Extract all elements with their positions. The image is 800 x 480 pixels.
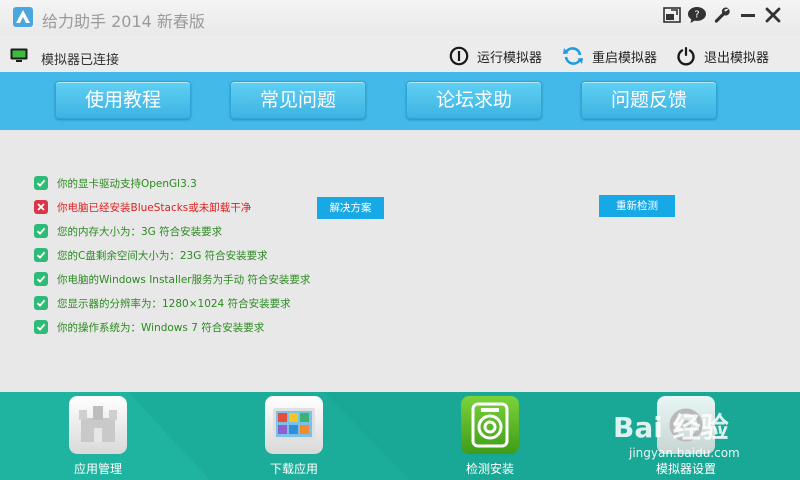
check-item-error: 你电脑已经安装BlueStacks或未卸载干净 [34, 199, 251, 215]
svg-text:?: ? [694, 10, 699, 21]
tool-check-install[interactable]: 检测安装 [440, 396, 540, 480]
check-text: 您的C盘剩余空间大小为：23G 符合安装要求 [57, 249, 268, 262]
run-emulator-button[interactable]: 运行模拟器 [449, 45, 542, 67]
check-item: 你的显卡驱动支持OpenGl3.3 [34, 175, 197, 191]
chat-bubble-icon: ? [688, 7, 706, 23]
refresh-icon [563, 47, 583, 65]
check-results-panel: 你的显卡驱动支持OpenGl3.3 你电脑已经安装BlueStacks或未卸载干… [0, 130, 800, 392]
exit-emulator-button[interactable]: 退出模拟器 [676, 45, 769, 67]
connection-status: 模拟器已连接 [41, 53, 120, 68]
mini-mode-button[interactable] [660, 4, 684, 26]
check-text: 您的内存大小为：3G 符合安装要求 [57, 225, 223, 238]
close-icon [765, 7, 781, 23]
app-manage-icon [69, 396, 127, 454]
tool-label: 下载应用 [269, 462, 318, 476]
check-ok-icon [34, 296, 48, 310]
tool-app-manage[interactable]: 应用管理 [48, 396, 148, 480]
nav-faq-button[interactable]: 常见问题 [230, 81, 366, 119]
monitor-icon [10, 48, 28, 62]
download-app-icon [265, 396, 323, 454]
check-item: 你电脑的Windows Installer服务为手动 符合安装要求 [34, 271, 310, 287]
check-item: 您的C盘剩余空间大小为：23G 符合安装要求 [34, 247, 268, 263]
power-icon [677, 47, 695, 66]
settings-button[interactable] [710, 4, 734, 26]
check-ok-icon [34, 224, 48, 238]
run-emulator-label: 运行模拟器 [477, 50, 543, 66]
check-ok-icon [34, 176, 48, 190]
tool-download-app[interactable]: 下载应用 [244, 396, 344, 480]
title-bar: 给力助手 2014 新春版 ? [0, 0, 800, 36]
minimize-button[interactable] [736, 4, 760, 26]
nav-bar: 使用教程 常见问题 论坛求助 问题反馈 [0, 72, 800, 130]
check-text: 你的显卡驱动支持OpenGl3.3 [57, 177, 197, 190]
app-title: 给力助手 2014 新春版 [42, 12, 205, 31]
restart-emulator-button[interactable]: 重启模拟器 [562, 45, 657, 67]
baidu-watermark: Bai 经验 jingyan.baidu.com [613, 400, 793, 480]
check-text: 你的操作系统为：Windows 7 符合安装要求 [57, 321, 265, 334]
exit-emulator-label: 退出模拟器 [704, 50, 770, 66]
watermark-text: Bai 经验 [613, 411, 729, 444]
app-logo-icon [13, 7, 33, 27]
solution-button[interactable]: 解决方案 [317, 197, 384, 219]
check-error-icon [34, 200, 48, 214]
window-switch-icon [663, 7, 681, 23]
check-text: 您显示器的分辨率为：1280×1024 符合安装要求 [57, 297, 291, 310]
info-circle-icon [449, 46, 469, 66]
check-item: 您显示器的分辨率为：1280×1024 符合安装要求 [34, 295, 291, 311]
close-button[interactable] [761, 4, 785, 26]
nav-forum-button[interactable]: 论坛求助 [406, 81, 542, 119]
check-item: 您的内存大小为：3G 符合安装要求 [34, 223, 222, 239]
nav-feedback-button[interactable]: 问题反馈 [581, 81, 717, 119]
check-ok-icon [34, 248, 48, 262]
restart-emulator-label: 重启模拟器 [592, 50, 658, 66]
feedback-button[interactable]: ? [685, 4, 709, 26]
check-install-icon [461, 396, 519, 454]
nav-tutorial-button[interactable]: 使用教程 [55, 81, 191, 119]
tool-label: 检测安装 [465, 462, 514, 476]
check-text: 你电脑已经安装BlueStacks或未卸载干净 [57, 201, 252, 214]
minimize-icon [741, 14, 755, 17]
check-ok-icon [34, 272, 48, 286]
check-item: 你的操作系统为：Windows 7 符合安装要求 [34, 319, 264, 335]
check-text: 你电脑的Windows Installer服务为手动 符合安装要求 [57, 273, 311, 286]
tool-label: 应用管理 [73, 462, 122, 476]
status-bar: 模拟器已连接 运行模拟器 重启模拟器 退出模拟器 [0, 36, 800, 72]
wrench-icon [714, 7, 730, 23]
watermark-url: jingyan.baidu.com [629, 446, 740, 460]
recheck-button[interactable]: 重新检测 [599, 195, 675, 217]
check-ok-icon [34, 320, 48, 334]
